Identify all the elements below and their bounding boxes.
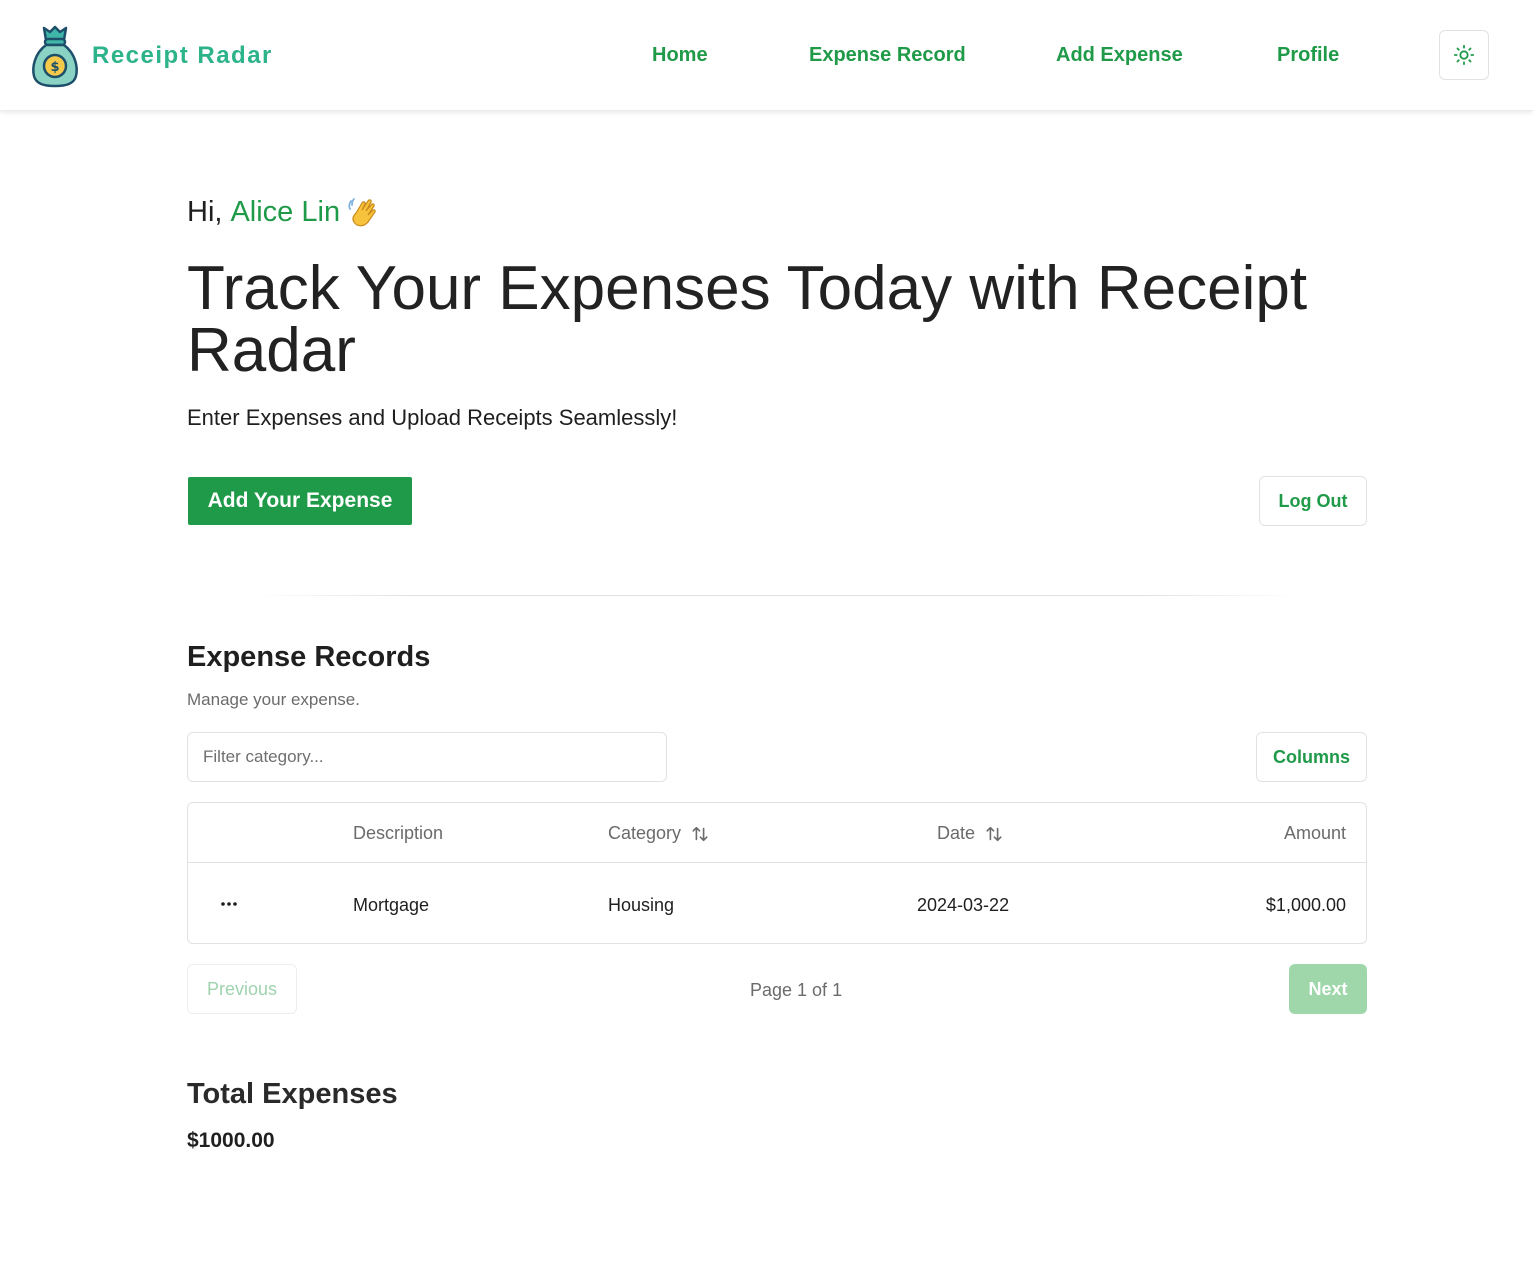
greeting: Hi, Alice Lin <box>187 195 380 229</box>
nav-home[interactable]: Home <box>652 44 708 67</box>
header-amount-label: Amount <box>1283 823 1346 843</box>
greeting-prefix: Hi, <box>187 195 223 228</box>
previous-page-button[interactable]: Previous <box>187 964 297 1014</box>
expense-records-title: Expense Records <box>187 641 431 673</box>
columns-button[interactable]: Columns <box>1256 732 1367 782</box>
filter-category-input[interactable] <box>187 732 667 782</box>
log-out-button[interactable]: Log Out <box>1259 476 1367 526</box>
expense-records-subtitle: Manage your expense. <box>187 690 360 709</box>
hero-subtitle: Enter Expenses and Upload Receipts Seaml… <box>187 405 678 430</box>
money-bag-icon: $ <box>32 25 78 88</box>
table-row: Mortgage Housing 2024-03-22 $1,000.00 <box>188 864 1366 944</box>
brand-logo[interactable]: $ Receipt Radar <box>30 24 273 88</box>
hero-title: Track Your Expenses Today with Receipt R… <box>187 254 1308 385</box>
cell-category: Housing <box>608 895 675 915</box>
nav-expense-record[interactable]: Expense Record <box>809 44 966 67</box>
row-actions-menu[interactable] <box>218 894 240 914</box>
cell-amount: $1,000.00 <box>1265 895 1346 915</box>
table-header: Description Category Date Amount <box>188 803 1366 863</box>
cell-date: 2024-03-22 <box>917 895 1010 915</box>
user-name: Alice Lin <box>230 195 341 228</box>
waving-hand-icon <box>348 198 376 227</box>
total-expenses-title: Total Expenses <box>187 1078 398 1110</box>
cell-description: Mortgage <box>353 895 430 915</box>
nav-add-expense[interactable]: Add Expense <box>1056 44 1183 67</box>
page-indicator: Page 1 of 1 <box>750 980 843 1000</box>
section-divider <box>256 595 1296 596</box>
sort-arrows-icon[interactable] <box>691 825 709 843</box>
add-your-expense-button[interactable]: Add Your Expense <box>188 477 412 525</box>
total-expenses-value: $1000.00 <box>187 1129 275 1152</box>
header-category-label: Category <box>608 823 682 843</box>
header-date[interactable]: Date <box>937 823 1003 844</box>
header-date-label: Date <box>937 823 976 843</box>
nav-profile[interactable]: Profile <box>1277 44 1339 67</box>
header-description-label: Description <box>353 823 444 843</box>
sun-icon <box>1453 44 1475 66</box>
svg-text:$: $ <box>50 60 59 75</box>
header-description: Description <box>353 823 443 844</box>
top-navbar: $ Receipt Radar Home Expense Record Add … <box>0 0 1533 111</box>
theme-toggle-button[interactable] <box>1439 30 1489 80</box>
brand-name: Receipt Radar <box>92 42 273 69</box>
next-page-button[interactable]: Next <box>1289 964 1367 1014</box>
expense-table: Description Category Date Amount Mortgag… <box>187 802 1367 944</box>
sort-arrows-icon[interactable] <box>985 825 1003 843</box>
header-amount: Amount <box>1284 823 1346 844</box>
header-category[interactable]: Category <box>608 823 709 844</box>
more-horizontal-icon <box>221 902 237 906</box>
